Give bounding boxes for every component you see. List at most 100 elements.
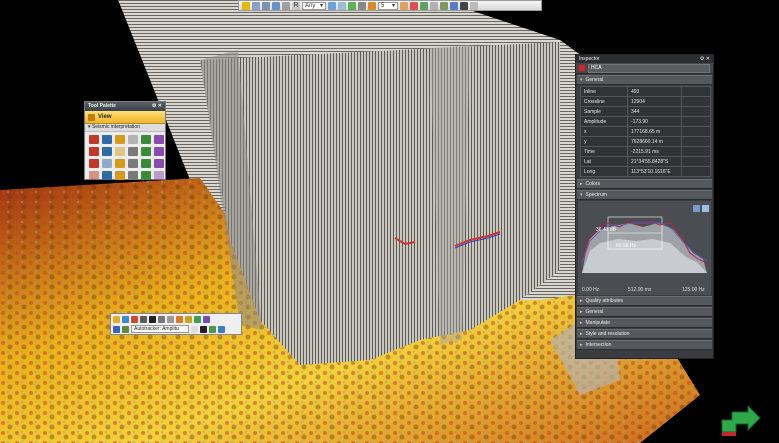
- undo-icon[interactable]: [128, 159, 138, 168]
- viewport-3d[interactable]: R Any ▾ 5 ▾ Tool Palette ⚙ ✕ View ▾ Seismi…: [0, 0, 779, 443]
- depth-mode-select[interactable]: Any ▾: [302, 1, 326, 10]
- layers-icon[interactable]: [420, 1, 428, 10]
- grid-icon[interactable]: [194, 315, 201, 323]
- redo-icon[interactable]: [141, 159, 151, 168]
- inspector-bottom-sections: ▸ Quality attributes ▸ General ▸ Manipulate ▸ S…: [576, 296, 713, 350]
- colors-section-header[interactable]: ▸ Colors: [577, 179, 712, 189]
- flag-icon[interactable]: [89, 171, 99, 180]
- count-select[interactable]: 5 ▾: [378, 1, 398, 10]
- save-icon[interactable]: [272, 1, 280, 10]
- section-label: Manipulate: [585, 320, 610, 326]
- vertex-icon[interactable]: [89, 159, 99, 168]
- map-icon[interactable]: [209, 325, 216, 333]
- star-icon[interactable]: [176, 315, 183, 323]
- crossline-icon[interactable]: [115, 135, 125, 144]
- layer-icon[interactable]: [122, 325, 129, 333]
- property-extra: [681, 146, 711, 157]
- spectrum-curves: [581, 205, 709, 273]
- spectrum-section-header[interactable]: ▾ Spectrum: [577, 190, 712, 200]
- info-icon[interactable]: [450, 1, 458, 10]
- camera-icon[interactable]: [368, 1, 376, 10]
- spectrum-label: Spectrum: [585, 192, 607, 198]
- home-icon[interactable]: [328, 1, 336, 10]
- eraser-icon[interactable]: [128, 147, 138, 156]
- magnet-icon[interactable]: [141, 147, 151, 156]
- refresh-icon[interactable]: [115, 171, 125, 180]
- pointer-icon[interactable]: [252, 1, 260, 10]
- spectrum-plot[interactable]: 36.47 dB 60.58 Hz 0.00 Hz 512.00 ms 125.…: [578, 201, 711, 295]
- collapse-arrow-icon: ▾: [580, 77, 583, 83]
- snap-icon[interactable]: [185, 315, 192, 323]
- close-icon[interactable]: ✕: [706, 56, 710, 62]
- help-icon[interactable]: [149, 315, 156, 323]
- settings-icon[interactable]: [154, 171, 164, 180]
- lock-icon[interactable]: [358, 1, 366, 10]
- overflow-icon[interactable]: [470, 1, 478, 10]
- select-icon[interactable]: [141, 135, 151, 144]
- track-icon[interactable]: [113, 325, 120, 333]
- inline-icon[interactable]: [102, 135, 112, 144]
- colors-label: Colors: [585, 181, 600, 187]
- section-label: Intersection: [585, 342, 612, 348]
- section-header-general[interactable]: ▸ General: [577, 307, 712, 317]
- anchor-icon[interactable]: [154, 147, 164, 156]
- section-header-quality-attributes[interactable]: ▸ Quality attributes: [577, 296, 712, 306]
- zslice-icon[interactable]: [128, 135, 138, 144]
- target-icon[interactable]: [348, 1, 356, 10]
- export-icon[interactable]: [218, 325, 225, 333]
- section-header-manipulate[interactable]: ▸ Manipulate: [577, 318, 712, 328]
- export-icon[interactable]: [440, 1, 448, 10]
- options-icon[interactable]: [702, 205, 709, 212]
- section-header-style-and-resolution[interactable]: ▸ Style and resolution: [577, 329, 712, 339]
- close-icon[interactable]: ✕: [158, 103, 162, 109]
- inspector-titlebar[interactable]: Inspector ⚙ ✕: [576, 55, 713, 63]
- text-icon[interactable]: R: [292, 1, 300, 10]
- grid-icon[interactable]: [430, 1, 438, 10]
- view-tab[interactable]: View: [85, 111, 165, 124]
- spectrum-hz-readout: 60.58 Hz: [616, 243, 637, 249]
- paint-icon[interactable]: [115, 147, 125, 156]
- settings-icon[interactable]: ⚙: [700, 56, 704, 62]
- settings-icon[interactable]: [460, 1, 468, 10]
- pen-icon[interactable]: [131, 315, 138, 323]
- text-icon[interactable]: [158, 315, 165, 323]
- navigation-arrow-icon[interactable]: [718, 402, 762, 438]
- property-key: Sample: [580, 106, 628, 117]
- zoom-fit-icon[interactable]: [693, 205, 700, 212]
- delete-icon[interactable]: [154, 159, 164, 168]
- object-name-field[interactable]: HCA: [588, 63, 710, 73]
- face-icon[interactable]: [400, 1, 408, 10]
- seed-icon[interactable]: [113, 315, 120, 323]
- main-toolbar: R Any ▾ 5 ▾: [238, 0, 542, 11]
- pick-icon[interactable]: [89, 135, 99, 144]
- link-icon[interactable]: [140, 315, 147, 323]
- view-icon[interactable]: [338, 1, 346, 10]
- settings-icon[interactable]: ⚙: [152, 103, 156, 109]
- hand-icon[interactable]: [242, 1, 250, 10]
- grid-icon[interactable]: [154, 135, 164, 144]
- target-icon[interactable]: [102, 171, 112, 180]
- tool-palette-titlebar[interactable]: Tool Palette ⚙ ✕: [85, 102, 165, 111]
- fill-icon[interactable]: [203, 315, 210, 323]
- autotracker-select[interactable]: Autotracker: Amplitu: [131, 325, 189, 333]
- property-key: Crossline: [580, 96, 628, 107]
- section-header-intersection[interactable]: ▸ Intersection: [577, 340, 712, 350]
- zoom-icon[interactable]: [262, 1, 270, 10]
- screenshot-icon[interactable]: [282, 1, 290, 10]
- lasso-icon[interactable]: [128, 171, 138, 180]
- expand-arrow-icon: ▸: [580, 309, 583, 315]
- move-icon[interactable]: [102, 159, 112, 168]
- chevron-down-icon[interactable]: [191, 325, 198, 333]
- pointer-icon[interactable]: [167, 315, 174, 323]
- color-icon[interactable]: [410, 1, 418, 10]
- pen-icon[interactable]: [89, 147, 99, 156]
- section-label: General: [585, 309, 604, 315]
- curve-icon[interactable]: [102, 147, 112, 156]
- property-key: x: [580, 126, 628, 137]
- horizon-icon[interactable]: [122, 315, 129, 323]
- rotate-icon[interactable]: [115, 159, 125, 168]
- seismic-interpretation-section[interactable]: ▾ Seismic interpretation: [85, 124, 165, 132]
- square-icon[interactable]: [200, 325, 207, 333]
- ruler-icon[interactable]: [141, 171, 151, 180]
- general-section-header[interactable]: ▾ General: [577, 75, 712, 85]
